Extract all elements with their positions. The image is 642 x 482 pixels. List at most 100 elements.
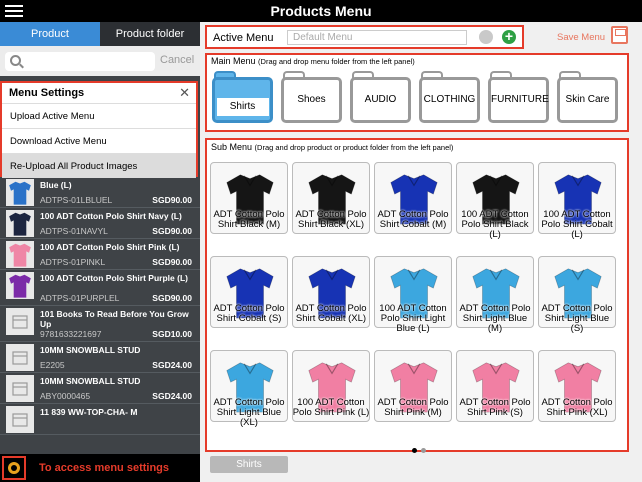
sub-menu-item[interactable]: ADT Cotton Polo Shirt Pink (S) — [456, 350, 534, 440]
sub-menu-section: Sub Menu (Drag and drop product or produ… — [205, 138, 629, 453]
product-name: 101 Books To Read Before You Grow Up — [40, 309, 189, 329]
sub-menu-item-label: 100 ADT Cotton Polo Shirt Light Blue (L) — [379, 303, 447, 334]
settings-footer: To access menu settings — [0, 454, 200, 482]
sub-menu-item[interactable]: ADT Cotton Polo Shirt Light Blue (XL) — [210, 350, 288, 440]
product-name: Blue (L) — [40, 180, 72, 190]
search-icon — [10, 55, 21, 66]
folder-label: Shoes — [297, 94, 326, 105]
sub-menu-item[interactable]: ADT Cotton Polo Shirt Cobalt (M) — [374, 162, 452, 252]
folder-body: Shoes — [281, 77, 342, 123]
product-price: SGD24.00 — [152, 360, 192, 370]
active-menu-label: Active Menu — [213, 32, 274, 44]
product-price: SGD90.00 — [152, 195, 192, 205]
product-code: ADTPS-01NAVYL — [40, 226, 108, 236]
folder-label: Shirts — [216, 98, 269, 116]
reupload-images-item[interactable]: Re-Upload All Product Images — [2, 153, 196, 178]
app: Products Menu Product Product folder Can… — [0, 0, 642, 482]
sub-menu-item[interactable]: ADT Cotton Polo Shirt Cobalt (XL) — [292, 256, 370, 346]
search-input[interactable] — [5, 52, 155, 71]
sub-menu-item[interactable]: ADT Cotton Polo Shirt Black (M) — [210, 162, 288, 252]
folder-label: AUDIO — [364, 94, 397, 105]
product-row[interactable]: Blue (L) ADTPS-01LBLUEL SGD90.00 — [0, 177, 200, 208]
sub-menu-item[interactable]: 100 ADT Cotton Polo Shirt Light Blue (L) — [374, 256, 452, 346]
close-icon[interactable]: ✕ — [179, 85, 190, 101]
sub-menu-item-label: 100 ADT Cotton Polo Shirt Cobalt (L) — [541, 209, 613, 240]
save-icon[interactable] — [611, 26, 628, 44]
product-code: ADTPS-01PINKL — [40, 257, 106, 267]
active-menu-input[interactable]: Default Menu — [287, 30, 467, 45]
save-menu-label[interactable]: Save Menu — [557, 32, 605, 43]
product-price: SGD90.00 — [152, 257, 192, 267]
menu-folder[interactable]: Skin Care — [557, 71, 618, 124]
upload-active-menu-item[interactable]: Upload Active Menu — [2, 103, 196, 128]
sub-menu-item-label: ADT Cotton Polo Shirt Black (XL) — [295, 209, 367, 230]
sub-menu-item-label: ADT Cotton Polo Shirt Cobalt (S) — [213, 303, 285, 324]
menu-folder[interactable]: AUDIO — [350, 71, 411, 124]
menu-folder[interactable]: CLOTHING — [419, 71, 480, 124]
sub-menu-item[interactable]: ADT Cotton Polo Shirt Cobalt (S) — [210, 256, 288, 346]
product-name: 100 ADT Cotton Polo Shirt Navy (L) — [40, 211, 182, 221]
download-active-menu-item[interactable]: Download Active Menu — [2, 128, 196, 153]
sub-menu-item-label: ADT Cotton Polo Shirt Pink (XL) — [541, 397, 613, 418]
product-name: 11 839 WW-TOP-CHA- M — [40, 407, 138, 417]
product-row[interactable]: 100 ADT Cotton Polo Shirt Pink (L) ADTPS-… — [0, 239, 200, 270]
tab-product[interactable]: Product — [0, 22, 100, 46]
sub-menu-item[interactable]: 100 ADT Cotton Polo Shirt Pink (L) — [292, 350, 370, 440]
main-menu-hint: (Drag and drop menu folder from the left… — [258, 57, 415, 66]
product-price: SGD90.00 — [152, 293, 192, 303]
main-menu-label: Main Menu — [211, 56, 256, 66]
product-row[interactable]: 101 Books To Read Before You Grow Up 9781… — [0, 306, 200, 342]
settings-button[interactable] — [2, 456, 26, 480]
sub-menu-grid: ADT Cotton Polo Shirt Black (M) ADT Cotto… — [210, 162, 626, 442]
sub-menu-item[interactable]: ADT Cotton Polo Shirt Black (XL) — [292, 162, 370, 252]
sub-menu-item[interactable]: 100 ADT Cotton Polo Shirt Black (L) — [456, 162, 534, 252]
sub-menu-item-label: ADT Cotton Polo Shirt Black (M) — [213, 209, 285, 230]
sub-menu-hint: (Drag and drop product or product folder… — [254, 143, 454, 152]
main-menu-folders: Shirts Shoes AUDIO CLOTHING FURNITURE Skin Ca… — [210, 69, 628, 129]
sub-menu-item-label: ADT Cotton Polo Shirt Pink (S) — [459, 397, 531, 418]
sub-menu-item[interactable]: ADT Cotton Polo Shirt Pink (XL) — [538, 350, 616, 440]
sub-menu-item-label: ADT Cotton Polo Shirt Cobalt (M) — [377, 209, 449, 230]
gear-icon — [8, 462, 20, 474]
product-placeholder-icon — [6, 375, 34, 402]
product-row[interactable]: 100 ADT Cotton Polo Shirt Navy (L) ADTPS-… — [0, 208, 200, 239]
tab-product-folder[interactable]: Product folder — [100, 22, 200, 46]
page-indicator[interactable] — [412, 440, 430, 458]
user-avatar-icon[interactable] — [479, 30, 493, 44]
page-dot — [421, 448, 426, 453]
product-placeholder-icon — [6, 406, 34, 433]
sub-menu-item-label: ADT Cotton Polo Shirt Light Blue (M) — [459, 303, 531, 334]
sub-menu-title: Sub Menu (Drag and drop product or produ… — [211, 142, 453, 152]
product-row[interactable]: 10MM SNOWBALL STUD E2205 SGD24.00 — [0, 342, 200, 373]
product-name: 100 ADT Cotton Polo Shirt Purple (L) — [40, 273, 188, 283]
product-code: ADTPS-01PURPLEL — [40, 293, 120, 303]
menu-folder[interactable]: Shirts — [212, 71, 273, 124]
product-list: Blue (L) ADTPS-01LBLUEL SGD90.00 100 ADT Co… — [0, 177, 200, 460]
active-menu-bar: Active Menu Default Menu + — [205, 25, 524, 49]
product-row[interactable]: 10MM SNOWBALL STUD ABY0000465 SGD24.00 — [0, 373, 200, 404]
sub-menu-item[interactable]: 100 ADT Cotton Polo Shirt Cobalt (L) — [538, 162, 616, 252]
sub-menu-item[interactable]: ADT Cotton Polo Shirt Light Blue (S) — [538, 256, 616, 346]
sub-menu-item-label: 100 ADT Cotton Polo Shirt Pink (L) — [292, 397, 370, 418]
product-name: 10MM SNOWBALL STUD — [40, 376, 141, 386]
add-menu-icon[interactable]: + — [502, 29, 516, 44]
menu-folder[interactable]: FURNITURE — [488, 71, 549, 124]
current-folder-button[interactable]: Shirts — [210, 456, 288, 473]
cancel-button[interactable]: Cancel — [160, 54, 194, 66]
product-name: 100 ADT Cotton Polo Shirt Pink (L) — [40, 242, 180, 252]
sub-menu-item-label: ADT Cotton Polo Shirt Pink (M) — [377, 397, 449, 418]
product-row[interactable]: 11 839 WW-TOP-CHA- M — [0, 404, 200, 435]
product-thumbnail — [6, 272, 34, 299]
product-row[interactable]: 100 ADT Cotton Polo Shirt Purple (L) ADTP… — [0, 270, 200, 306]
product-code: ABY0000465 — [40, 391, 91, 401]
settings-hint: To access menu settings — [39, 462, 170, 474]
sub-menu-item[interactable]: ADT Cotton Polo Shirt Pink (M) — [374, 350, 452, 440]
menu-folder[interactable]: Shoes — [281, 71, 342, 124]
menu-settings-popup: Menu Settings ✕ Upload Active Menu Downl… — [0, 81, 198, 178]
product-placeholder-icon — [6, 308, 34, 335]
right-panel: Active Menu Default Menu + Save Menu Mai… — [200, 22, 642, 482]
left-panel-tabs: Product Product folder — [0, 22, 200, 46]
sub-menu-item[interactable]: ADT Cotton Polo Shirt Light Blue (M) — [456, 256, 534, 346]
left-panel: Product Product folder Cancel Blue (L) AD… — [0, 22, 200, 482]
product-thumbnail — [6, 179, 34, 206]
